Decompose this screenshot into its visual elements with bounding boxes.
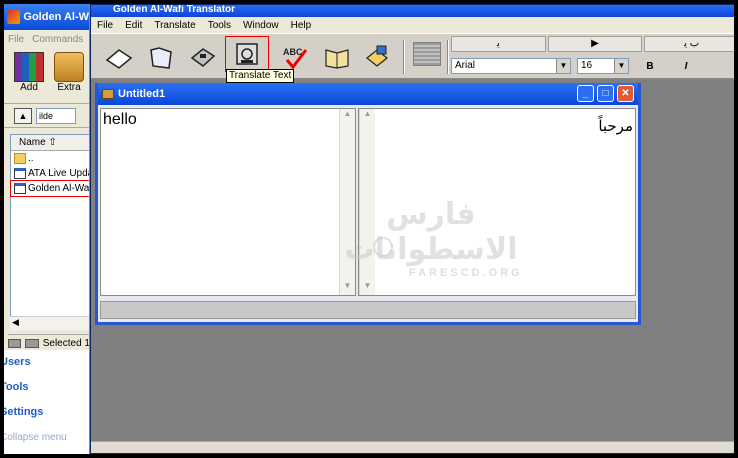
translation-text-pane[interactable]: ▲ ▼ مرحباً <box>358 108 636 296</box>
minimize-button[interactable]: _ <box>577 85 594 102</box>
menu-translate[interactable]: Translate <box>154 20 195 31</box>
close-button[interactable]: ✕ <box>617 85 634 102</box>
key-icon <box>25 339 39 348</box>
source-text: hello <box>103 111 137 128</box>
horizontal-scrollbar[interactable]: ◀ <box>10 316 89 330</box>
up-folder-button[interactable]: ▲ <box>14 107 32 124</box>
translation-scrollbar[interactable]: ▲ ▼ <box>359 109 375 295</box>
background-archiver-window: Golden Al-W File Commands Add Extra ▲ il… <box>4 4 90 454</box>
archiver-toolbar: Add Extra <box>4 48 89 104</box>
menu-tools[interactable]: Tools <box>208 20 231 31</box>
chevron-down-icon: ▼ <box>614 59 628 73</box>
bold-button[interactable]: B <box>635 61 665 72</box>
toolbar-separator <box>447 40 449 74</box>
main-title-bar[interactable]: Golden Al-Wafi Translator <box>91 4 734 17</box>
italic-button[interactable]: I <box>671 61 701 72</box>
menu-file[interactable]: File <box>97 20 113 31</box>
document-window: Untitled1 _ □ ✕ hello ▲ ▼ ▲ ▼ مرحباً <box>95 83 641 325</box>
column-header-name[interactable]: Name ⇧ <box>11 135 89 151</box>
archiver-title-bar[interactable]: Golden Al-W <box>4 4 89 30</box>
document-status-bar <box>100 301 636 319</box>
speak-button[interactable] <box>357 38 397 76</box>
format-option-3[interactable]: ﺏ ﻳ <box>644 36 734 52</box>
archive-books-icon <box>14 52 44 82</box>
speaker-hand-icon <box>366 45 388 67</box>
extract-label: Extra <box>57 82 81 93</box>
translate-text-icon <box>236 43 258 65</box>
folder-icon <box>14 153 26 164</box>
main-menu-bar: File Edit Translate Tools Window Help <box>91 17 734 33</box>
archiver-title: Golden Al-W <box>23 11 89 23</box>
eraser-icon <box>105 49 133 69</box>
task-users[interactable]: Users <box>4 350 89 375</box>
list-item[interactable]: .. <box>11 151 89 166</box>
task-collapse-menu[interactable]: Collapse menu <box>4 425 89 450</box>
save-button[interactable] <box>183 38 223 76</box>
document-title: Untitled1 <box>118 88 166 100</box>
list-item[interactable]: ATA Live Upda <box>11 166 89 181</box>
scroll-up-icon[interactable]: ▲ <box>340 109 355 123</box>
scroll-up-icon[interactable]: ▲ <box>360 109 375 123</box>
open-button[interactable] <box>141 38 181 76</box>
translation-text: مرحباً <box>598 117 633 135</box>
format-panel: ﯾ ▶ ﺏ ﻳ Arial ▼ 16 ▼ B I <box>451 36 734 76</box>
extract-icon <box>54 52 84 82</box>
translator-main-window: Golden Al-Wafi Translator File Edit Tran… <box>90 4 734 454</box>
font-select[interactable]: Arial ▼ <box>451 58 571 74</box>
main-toolbar: ABC ﯾ ▶ ﺏ ﻳ Arial ▼ 16 ▼ B I <box>91 33 734 79</box>
extract-button[interactable]: Extra <box>54 52 84 103</box>
format-option-1[interactable]: ﯾ <box>451 36 546 52</box>
scroll-down-icon[interactable]: ▼ <box>340 281 355 295</box>
clear-button[interactable] <box>99 38 139 76</box>
source-scrollbar[interactable]: ▲ ▼ <box>339 109 355 295</box>
document-icon <box>102 89 114 99</box>
toolbar-separator <box>403 40 405 74</box>
archiver-app-icon <box>7 10 21 24</box>
format-option-2[interactable]: ▶ <box>547 36 643 52</box>
translate-text-button[interactable] <box>225 36 269 72</box>
app-window-icon <box>14 183 26 194</box>
add-label: Add <box>20 82 38 93</box>
scroll-down-icon[interactable]: ▼ <box>360 281 375 295</box>
disabled-tool-button[interactable] <box>413 42 441 66</box>
open-folder-icon <box>150 47 172 69</box>
menu-help[interactable]: Help <box>291 20 312 31</box>
maximize-button[interactable]: □ <box>597 85 614 102</box>
tooltip: Translate Text <box>226 69 295 83</box>
add-button[interactable]: Add <box>14 52 44 103</box>
main-status-bar <box>91 441 734 453</box>
floppy-save-icon <box>190 48 216 67</box>
dictionary-book-icon <box>325 49 349 69</box>
task-settings[interactable]: Settings <box>4 400 89 425</box>
source-text-pane[interactable]: hello ▲ ▼ <box>100 108 356 296</box>
list-item-selected[interactable]: Golden Al-Wafi <box>10 180 89 197</box>
file-list[interactable]: Name ⇧ .. ATA Live Upda Golden Al-Wafi <box>10 134 89 330</box>
chevron-down-icon: ▼ <box>556 59 570 73</box>
menu-window[interactable]: Window <box>243 20 279 31</box>
path-field[interactable]: ilde <box>36 107 76 124</box>
archiver-menu-commands[interactable]: Commands <box>32 34 83 45</box>
menu-edit[interactable]: Edit <box>125 20 142 31</box>
font-size-select[interactable]: 16 ▼ <box>577 58 629 74</box>
task-tools[interactable]: Tools <box>4 375 89 400</box>
task-panel: Users Tools Settings Collapse menu <box>4 350 89 454</box>
screen-frame: Golden Al-W File Commands Add Extra ▲ il… <box>0 0 738 458</box>
document-title-bar[interactable]: Untitled1 _ □ ✕ <box>98 83 638 105</box>
dictionary-button[interactable] <box>317 38 357 76</box>
spell-check-icon: ABC <box>283 47 308 70</box>
archiver-menu-file[interactable]: File <box>8 34 24 45</box>
app-window-icon <box>14 168 26 179</box>
main-title: Golden Al-Wafi Translator <box>113 4 236 15</box>
archiver-menu-bar: File Commands <box>4 30 89 48</box>
drive-icon <box>8 339 22 348</box>
archiver-path-bar: ▲ ilde <box>4 104 89 128</box>
